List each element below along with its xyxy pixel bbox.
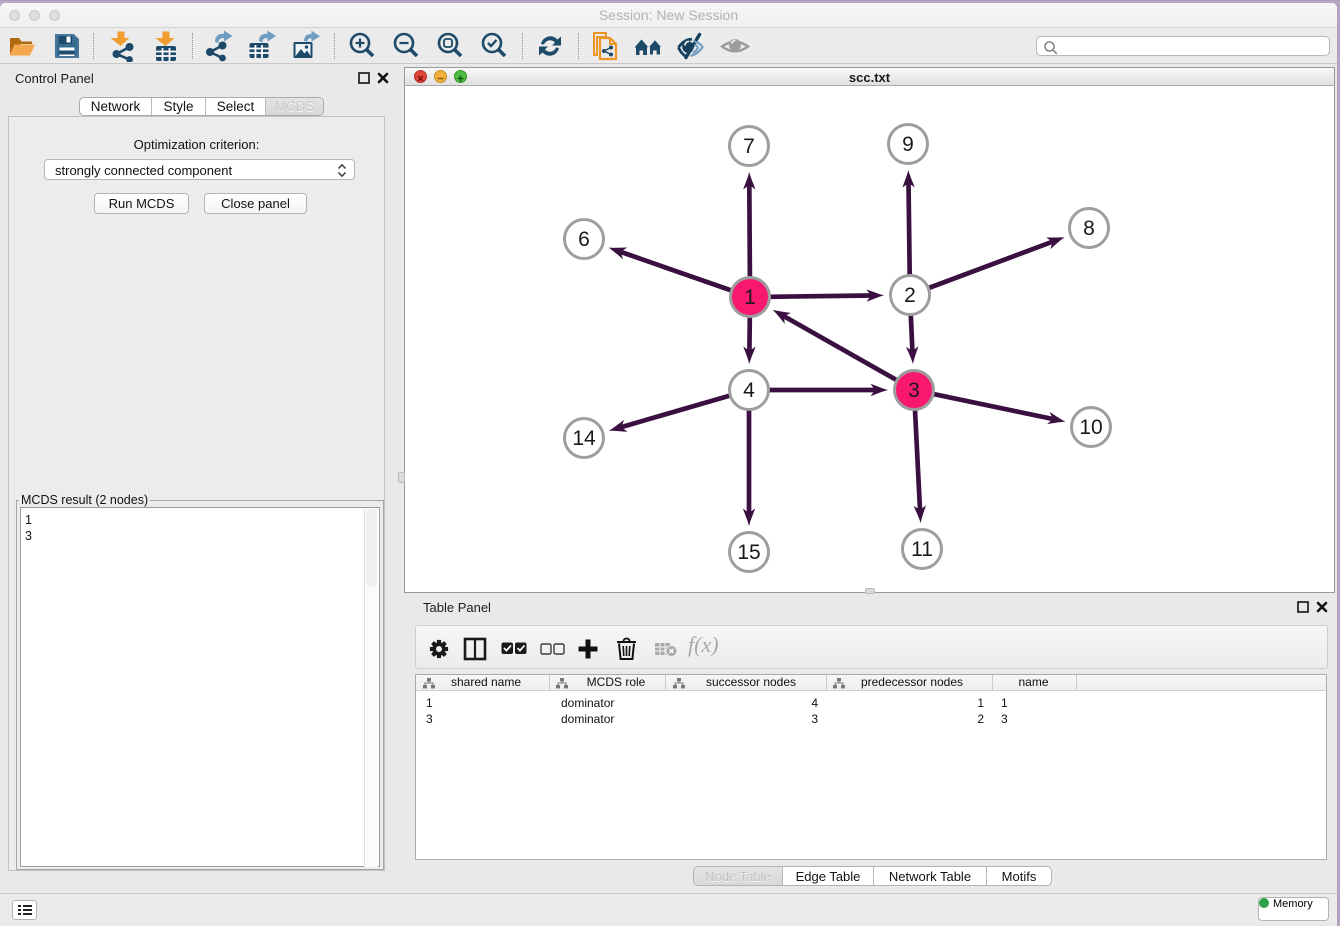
svg-text:14: 14 (572, 427, 596, 450)
svg-text:2: 2 (904, 284, 916, 307)
svg-text:7: 7 (743, 135, 755, 158)
svg-text:8: 8 (1083, 217, 1095, 240)
svg-text:1: 1 (744, 286, 756, 309)
svg-text:11: 11 (911, 538, 933, 561)
svg-text:6: 6 (578, 228, 590, 251)
svg-text:9: 9 (902, 133, 914, 156)
svg-text:10: 10 (1079, 416, 1102, 439)
svg-text:4: 4 (743, 379, 755, 402)
svg-text:3: 3 (908, 379, 920, 402)
svg-text:15: 15 (737, 541, 760, 564)
